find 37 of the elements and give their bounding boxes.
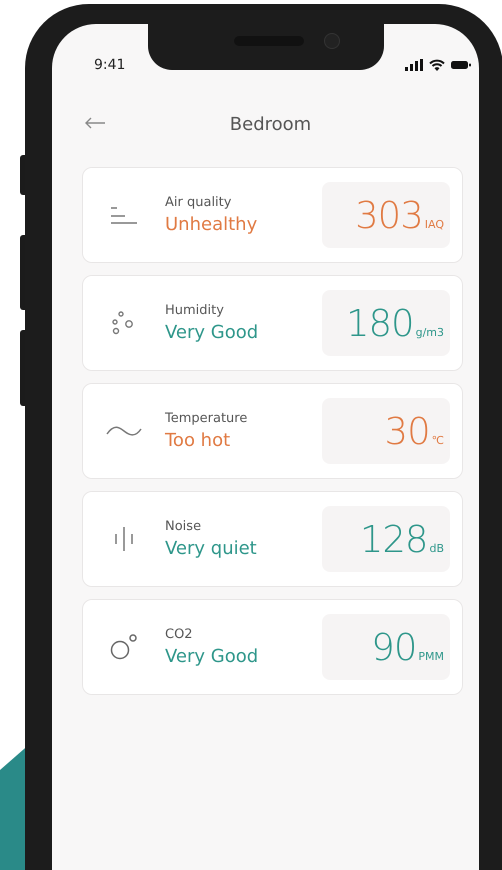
metric-value: 30 xyxy=(384,410,430,453)
wifi-icon xyxy=(429,59,445,71)
metric-value: 303 xyxy=(355,194,423,237)
back-arrow-icon xyxy=(84,117,106,129)
metric-value: 180 xyxy=(346,302,414,345)
metric-status: Very quiet xyxy=(165,538,258,559)
back-button[interactable] xyxy=(84,117,106,129)
metric-label: Humidity xyxy=(165,303,225,318)
metric-value: 128 xyxy=(360,518,428,561)
sound-bars-icon xyxy=(114,526,134,552)
metric-card[interactable]: Air quality Unhealthy 303 IAQ xyxy=(82,167,463,263)
metric-value: 90 xyxy=(371,626,416,669)
signal-icon xyxy=(405,59,423,71)
metric-card[interactable]: Temperature Too hot 30℃ xyxy=(82,383,463,479)
metric-status: Very Good xyxy=(165,646,260,667)
metric-card[interactable]: Humidity Very Good 180 g/m3 xyxy=(82,275,463,371)
screen-title: Bedroom xyxy=(230,114,312,134)
metric-unit: ℃ xyxy=(432,434,444,447)
bubbles-icon xyxy=(112,311,136,335)
wave-icon xyxy=(106,424,142,438)
molecule-circles-icon xyxy=(110,634,138,660)
status-time: 9:41 xyxy=(94,57,126,73)
metric-unit: IAQ xyxy=(424,218,444,231)
metric-status: Very Good xyxy=(165,322,260,343)
metric-status: Unhealthy xyxy=(165,214,258,235)
metric-unit: PMM xyxy=(418,650,444,663)
metric-card[interactable]: CO2 Very Good 90 PMM xyxy=(82,599,463,695)
metric-card[interactable]: Noise Very quiet 128 dB xyxy=(82,491,463,587)
metric-label: CO2 xyxy=(165,627,194,642)
lines-icon xyxy=(110,205,138,225)
metric-unit: dB xyxy=(429,542,444,555)
metric-unit: g/m3 xyxy=(416,326,444,339)
metric-label: Noise xyxy=(165,519,202,534)
metric-status: Too hot xyxy=(165,430,232,451)
metric-label: Air quality xyxy=(165,195,232,210)
metric-label: Temperature xyxy=(165,411,248,426)
battery-icon xyxy=(451,60,471,70)
